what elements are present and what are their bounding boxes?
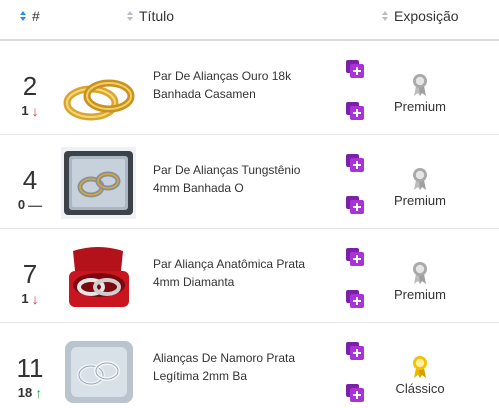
table-row[interactable]: 4 0 — Par De Alianças Tungstênio 4mm Ban… (0, 137, 499, 229)
add-listing-icon[interactable] (345, 341, 365, 361)
rank-change-value: 18 (17, 385, 33, 400)
rank-change-value: 1 (21, 291, 29, 306)
product-title[interactable]: Par De Alianças Ouro 18k Banhada Casamen (153, 67, 328, 103)
exposure-label: Premium (393, 193, 446, 208)
title-column-label: Título (139, 8, 175, 24)
add-listing-icon[interactable] (345, 59, 365, 79)
product-image[interactable] (61, 53, 136, 125)
product-title[interactable]: Alianças De Namoro Prata Legítima 2mm Ba (153, 349, 328, 385)
sort-icon (382, 11, 390, 21)
exposure-label: Clássico (395, 381, 445, 396)
product-image[interactable] (61, 241, 136, 313)
dash-icon: — (28, 196, 43, 213)
rank-change: 1 ↓ (0, 291, 60, 306)
add-listing-icon[interactable] (345, 195, 365, 215)
rank-change-value: 1 (21, 103, 29, 118)
exposure-label: Premium (393, 287, 446, 302)
rank-change: 18 ↑ (0, 385, 60, 400)
rank-column-header[interactable]: # (20, 8, 40, 24)
table-header: # Título Exposição (0, 0, 499, 41)
arrow-down-icon: ↓ (31, 102, 39, 119)
exposure-cell: Premium (380, 73, 460, 114)
add-listing-icon[interactable] (345, 101, 365, 121)
rank-change: 0 — (0, 197, 60, 212)
exposure-label: Premium (393, 99, 446, 114)
product-title[interactable]: Par De Alianças Tungstênio 4mm Banhada O (153, 161, 328, 197)
rank-number: 2 (22, 71, 38, 101)
gold-medal-icon (413, 356, 427, 378)
silver-medal-icon (413, 262, 427, 284)
exposure-cell: Clássico (380, 355, 460, 396)
exposure-column-label: Exposição (394, 8, 459, 24)
rank-column-label: # (32, 8, 40, 24)
add-listing-icon[interactable] (345, 289, 365, 309)
product-title[interactable]: Par Aliança Anatômica Prata 4mm Diamanta (153, 255, 328, 291)
product-image[interactable] (61, 147, 136, 219)
exposure-column-header[interactable]: Exposição (382, 8, 459, 24)
arrow-up-icon: ↑ (35, 384, 43, 401)
silver-medal-icon (413, 168, 427, 190)
rank-change-value: 0 (17, 197, 26, 212)
arrow-down-icon: ↓ (31, 290, 39, 307)
table-row[interactable]: 7 1 ↓ Par Aliança Anatômica Prata 4mm Di… (0, 231, 499, 323)
title-column-header[interactable]: Título (127, 8, 174, 24)
rank-number: 4 (22, 165, 38, 195)
product-image[interactable] (61, 335, 136, 407)
add-listing-icon[interactable] (345, 247, 365, 267)
sort-icon (127, 11, 135, 21)
add-listing-icon[interactable] (345, 383, 365, 403)
rank-number: 11 (16, 353, 44, 383)
add-listing-icon[interactable] (345, 153, 365, 173)
rank-number: 7 (22, 259, 38, 289)
table-row[interactable]: 11 18 ↑ Alianças De Namoro Prata Legítim… (0, 325, 499, 408)
exposure-cell: Premium (380, 261, 460, 302)
sort-icon (20, 11, 28, 21)
table-row[interactable]: 2 1 ↓ Par De Alianças Ouro 18k Banhada C… (0, 43, 499, 135)
silver-medal-icon (413, 74, 427, 96)
exposure-cell: Premium (380, 167, 460, 208)
rank-change: 1 ↓ (0, 103, 60, 118)
